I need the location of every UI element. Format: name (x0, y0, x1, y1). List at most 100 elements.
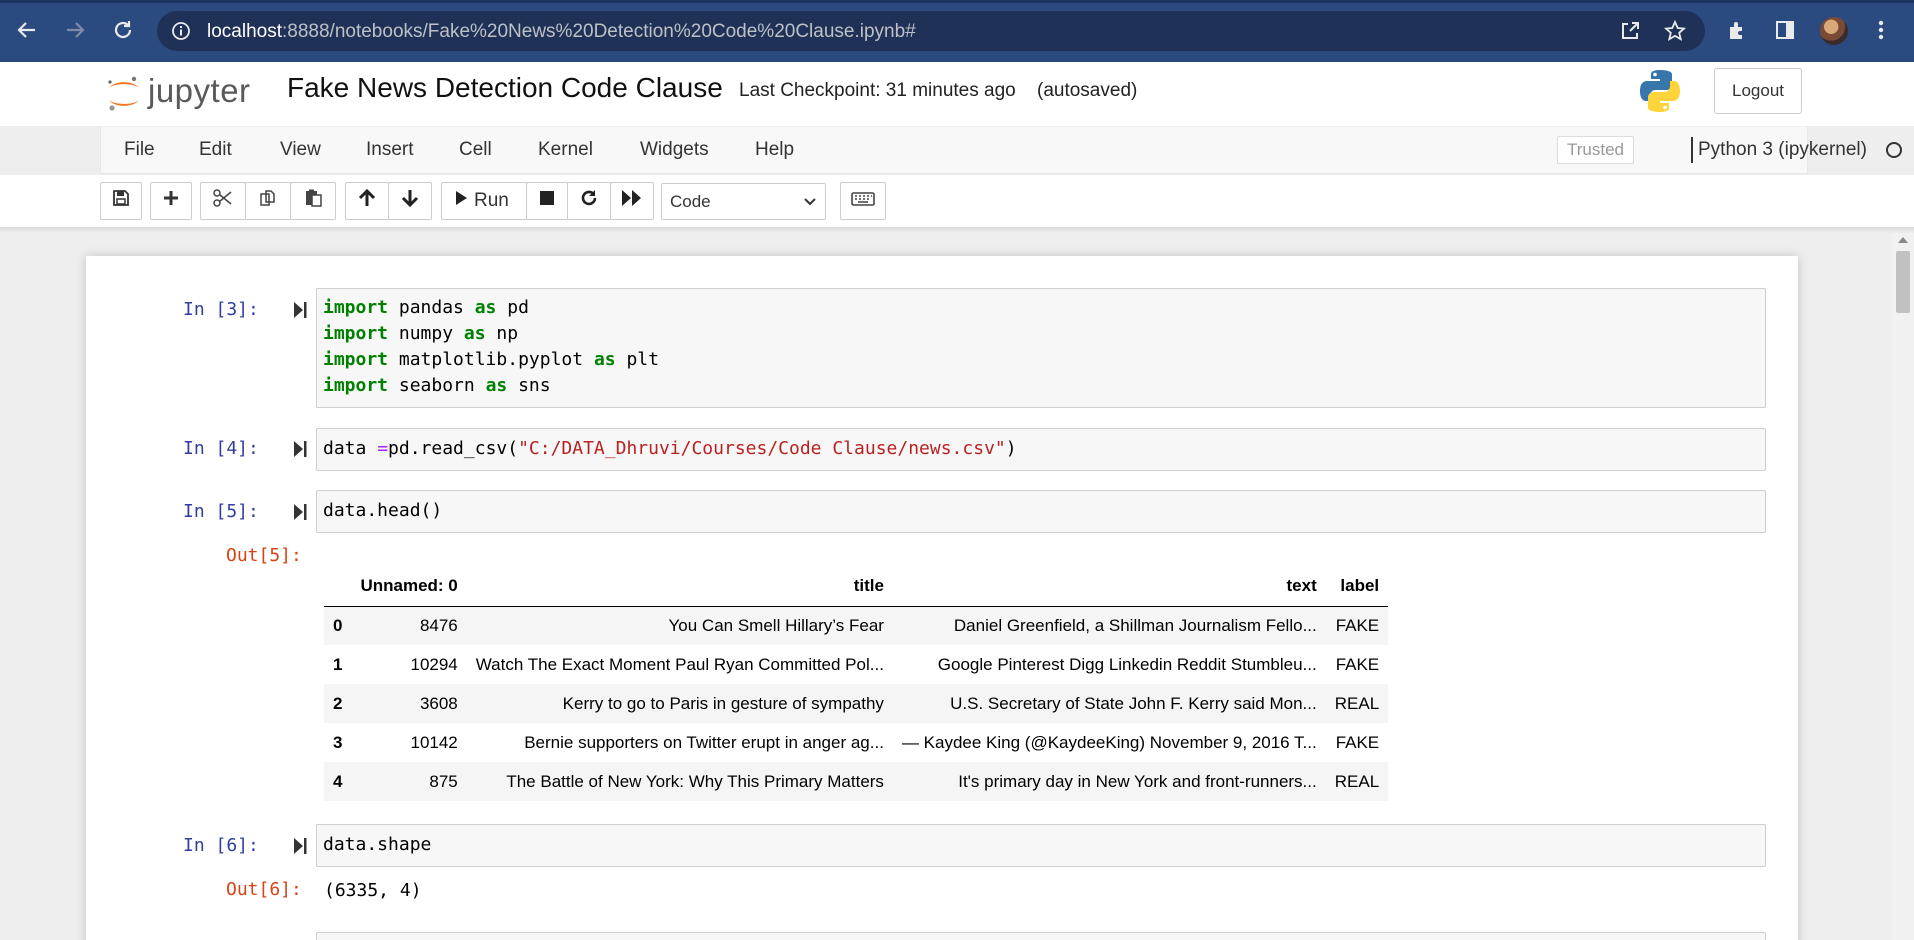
cell-6-input[interactable]: data.shape (316, 824, 1766, 867)
column-header: text (892, 566, 1326, 607)
cell-4-run-icon[interactable] (292, 440, 308, 458)
bookmark-star-icon[interactable] (1662, 18, 1688, 44)
arrow-down-icon (401, 188, 419, 214)
cell-5-input[interactable]: data.head() (316, 490, 1766, 533)
reload-icon[interactable] (108, 15, 138, 45)
cell-6-run-icon[interactable] (292, 837, 308, 855)
move-up-button[interactable] (345, 182, 389, 220)
restart-run-all-button[interactable] (610, 182, 654, 220)
cell-3-input[interactable]: import pandas as pd import numpy as np i… (316, 288, 1766, 408)
cell-5-out-prompt: Out[5]: (226, 545, 302, 566)
scissors-icon (213, 189, 233, 213)
table-row: 1 10294 Watch The Exact Moment Paul Ryan… (324, 645, 1388, 684)
cell-6-in-prompt: In [6]: (183, 835, 259, 856)
extensions-icon[interactable] (1724, 17, 1750, 43)
menu-file[interactable]: File (124, 139, 155, 161)
address-bar[interactable]: localhost:8888/notebooks/Fake%20News%20D… (157, 11, 1705, 51)
table-cell: 3608 (419, 693, 458, 713)
cut-button[interactable] (200, 182, 246, 220)
save-button[interactable] (100, 182, 142, 220)
code-line: data.head() (323, 500, 442, 521)
paste-button[interactable] (290, 182, 336, 220)
scroll-up-arrow-icon[interactable] (1898, 237, 1908, 243)
notebook-title[interactable]: Fake News Detection Code Clause (287, 72, 723, 104)
cell-type-select[interactable]: Code (661, 183, 826, 220)
dataframe-table: Unnamed: 0 title text label 0 8476 You C… (324, 566, 1389, 801)
run-label: Run (474, 190, 509, 211)
jupyter-logo[interactable]: jupyter (104, 70, 264, 114)
logout-button[interactable]: Logout (1714, 68, 1802, 114)
insert-cell-button[interactable] (150, 182, 192, 220)
back-icon[interactable] (12, 15, 42, 45)
code-line: import seaborn as sns (323, 375, 551, 396)
code-line: data.shape (323, 834, 431, 855)
code-token-kw: as (474, 297, 508, 318)
trusted-badge[interactable]: Trusted (1557, 136, 1634, 164)
profile-avatar[interactable] (1818, 15, 1850, 47)
scroll-thumb[interactable] (1896, 251, 1910, 313)
page-scrollbar[interactable] (1892, 233, 1914, 940)
menu-edit[interactable]: Edit (199, 139, 232, 161)
run-button[interactable]: Run (441, 182, 527, 220)
side-panel-icon[interactable] (1772, 17, 1798, 43)
command-palette-button[interactable] (840, 182, 886, 220)
menu-view[interactable]: View (280, 139, 321, 161)
menu-insert[interactable]: Insert (366, 139, 414, 161)
table-cell: It's primary day in New York and front-r… (958, 771, 1317, 791)
table-cell: U.S. Secretary of State John F. Kerry sa… (950, 693, 1317, 713)
table-cell: 875 (429, 771, 458, 791)
code-token: pandas (398, 297, 475, 318)
interrupt-kernel-button[interactable] (526, 182, 568, 220)
menu-kebab-icon[interactable] (1868, 17, 1894, 43)
row-index: 4 (333, 771, 343, 791)
menu-kernel[interactable]: Kernel (538, 139, 593, 161)
code-token: numpy (398, 323, 464, 344)
next-cell-input[interactable] (316, 932, 1766, 940)
row-index: 2 (333, 693, 343, 713)
cell-4-input[interactable]: data =pd.read_csv("C:/DATA_Dhruvi/Course… (316, 428, 1766, 471)
url-text[interactable]: localhost:8888/notebooks/Fake%20News%20D… (207, 21, 916, 43)
menu-widgets[interactable]: Widgets (640, 139, 709, 161)
restart-icon (579, 188, 599, 214)
python-logo-icon (1636, 67, 1684, 115)
site-info-icon[interactable] (171, 21, 191, 46)
copy-icon (258, 188, 278, 214)
move-down-button[interactable] (388, 182, 432, 220)
cell-6-output: (6335, 4) (324, 880, 422, 901)
table-cell: Watch The Exact Moment Paul Ryan Committ… (475, 654, 884, 674)
menu-cell[interactable]: Cell (459, 139, 492, 161)
menu-help[interactable]: Help (755, 139, 794, 161)
tab-strip (0, 0, 1914, 3)
keyboard-icon (851, 190, 875, 212)
column-header (324, 566, 352, 607)
code-token: pd.read_csv( (388, 438, 519, 459)
table-cell: 8476 (419, 615, 458, 635)
code-token-kw: import (323, 375, 399, 396)
forward-icon[interactable] (60, 15, 90, 45)
table-row: 4 875 The Battle of New York: Why This P… (324, 762, 1389, 801)
column-header: title (466, 566, 893, 607)
cell-3-run-icon[interactable] (292, 301, 308, 319)
code-token-kw: as (593, 349, 627, 370)
table-cell: FAKE (1335, 654, 1380, 674)
code-token-kw: import (323, 323, 399, 344)
code-token: sns (518, 375, 551, 396)
code-token: seaborn (398, 375, 486, 396)
row-index: 0 (333, 615, 343, 635)
table-cell: FAKE (1335, 615, 1380, 635)
cell-3-in-prompt: In [3]: (183, 299, 259, 320)
kernel-idle-indicator-icon (1886, 142, 1902, 158)
copy-button[interactable] (245, 182, 291, 220)
browser-chrome: localhost:8888/notebooks/Fake%20News%20D… (0, 0, 1914, 62)
table-header-row: Unnamed: 0 title text label (324, 566, 1389, 607)
column-header: Unnamed: 0 (351, 566, 467, 607)
stop-icon (539, 190, 555, 212)
code-token: ) (1005, 438, 1017, 459)
table-cell: Kerry to go to Paris in gesture of sympa… (562, 693, 884, 713)
restart-kernel-button[interactable] (567, 182, 611, 220)
share-icon[interactable] (1617, 18, 1643, 44)
jupyter-wordmark: jupyter (148, 72, 251, 109)
cell-5-run-icon[interactable] (292, 503, 308, 521)
table-cell: Google Pinterest Digg Linkedin Reddit St… (937, 654, 1317, 674)
kernel-name[interactable]: Python 3 (ipykernel) (1698, 139, 1867, 161)
